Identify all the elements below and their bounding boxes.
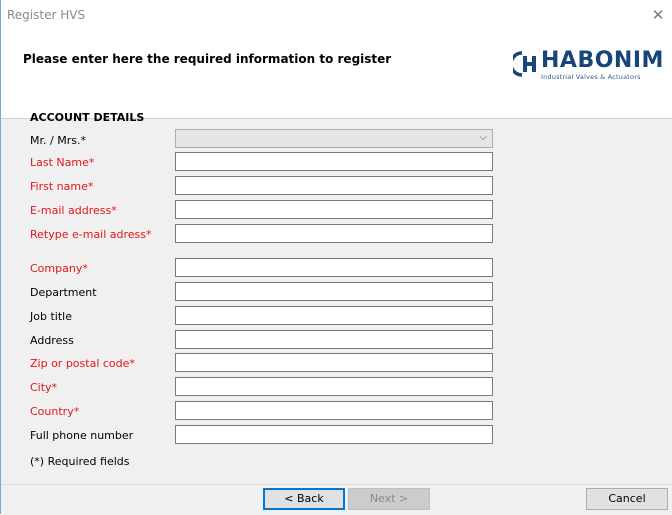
address-label: Address xyxy=(30,334,74,347)
dialog-header: Please enter here the required informati… xyxy=(1,32,672,118)
department-label: Department xyxy=(30,286,97,299)
first-name-input[interactable] xyxy=(175,176,493,195)
city-label: City* xyxy=(30,381,58,394)
job-title-label: Job title xyxy=(30,310,72,323)
job-title-input[interactable] xyxy=(175,306,493,325)
department-input[interactable] xyxy=(175,282,493,301)
title-bar: Register HVS ✕ xyxy=(1,0,672,32)
first-name-label: First name* xyxy=(30,180,94,193)
chevron-down-icon: ⌵ xyxy=(479,132,487,143)
button-bar: < Back Next > Cancel xyxy=(1,484,672,515)
section-title: ACCOUNT DETAILS xyxy=(30,111,145,124)
back-button[interactable]: < Back xyxy=(263,488,345,510)
city-input[interactable] xyxy=(175,377,493,396)
last-name-input[interactable] xyxy=(175,152,493,171)
last-name-label: Last Name* xyxy=(30,156,95,169)
address-input[interactable] xyxy=(175,330,493,349)
window-title: Register HVS xyxy=(7,8,86,22)
e-mail-address-label: E-mail address* xyxy=(30,204,117,217)
next-button: Next > xyxy=(348,488,430,510)
habonim-logo: HABONIM Industrial Valves & Actuators xyxy=(513,45,672,89)
full-phone-number-input[interactable] xyxy=(175,425,493,444)
form-area: ACCOUNT DETAILS Mr. / Mrs.* ⌵ Last Name*… xyxy=(1,111,672,484)
close-icon[interactable]: ✕ xyxy=(647,4,669,26)
zip-or-postal-code-input[interactable] xyxy=(175,353,493,372)
habonim-logo-icon xyxy=(513,51,536,77)
required-fields-note: (*) Required fields xyxy=(30,455,130,468)
retype-e-mail-adress-label: Retype e-mail adress* xyxy=(30,228,152,241)
retype-e-mail-adress-input[interactable] xyxy=(175,224,493,243)
company-label: Company* xyxy=(30,262,88,275)
title-select-label: Mr. / Mrs.* xyxy=(30,134,86,147)
e-mail-address-input[interactable] xyxy=(175,200,493,219)
country-input[interactable] xyxy=(175,401,493,420)
cancel-button[interactable]: Cancel xyxy=(586,488,668,510)
instruction-text: Please enter here the required informati… xyxy=(23,52,392,66)
register-dialog: Register HVS ✕ Please enter here the req… xyxy=(0,0,672,515)
logo-brand-text: HABONIM xyxy=(541,48,664,73)
logo-tagline: Industrial Valves & Actuators xyxy=(541,73,641,81)
company-input[interactable] xyxy=(175,258,493,277)
country-label: Country* xyxy=(30,405,80,418)
zip-or-postal-code-label: Zip or postal code* xyxy=(30,357,135,370)
full-phone-number-label: Full phone number xyxy=(30,429,134,442)
title-select[interactable]: ⌵ xyxy=(175,129,493,148)
